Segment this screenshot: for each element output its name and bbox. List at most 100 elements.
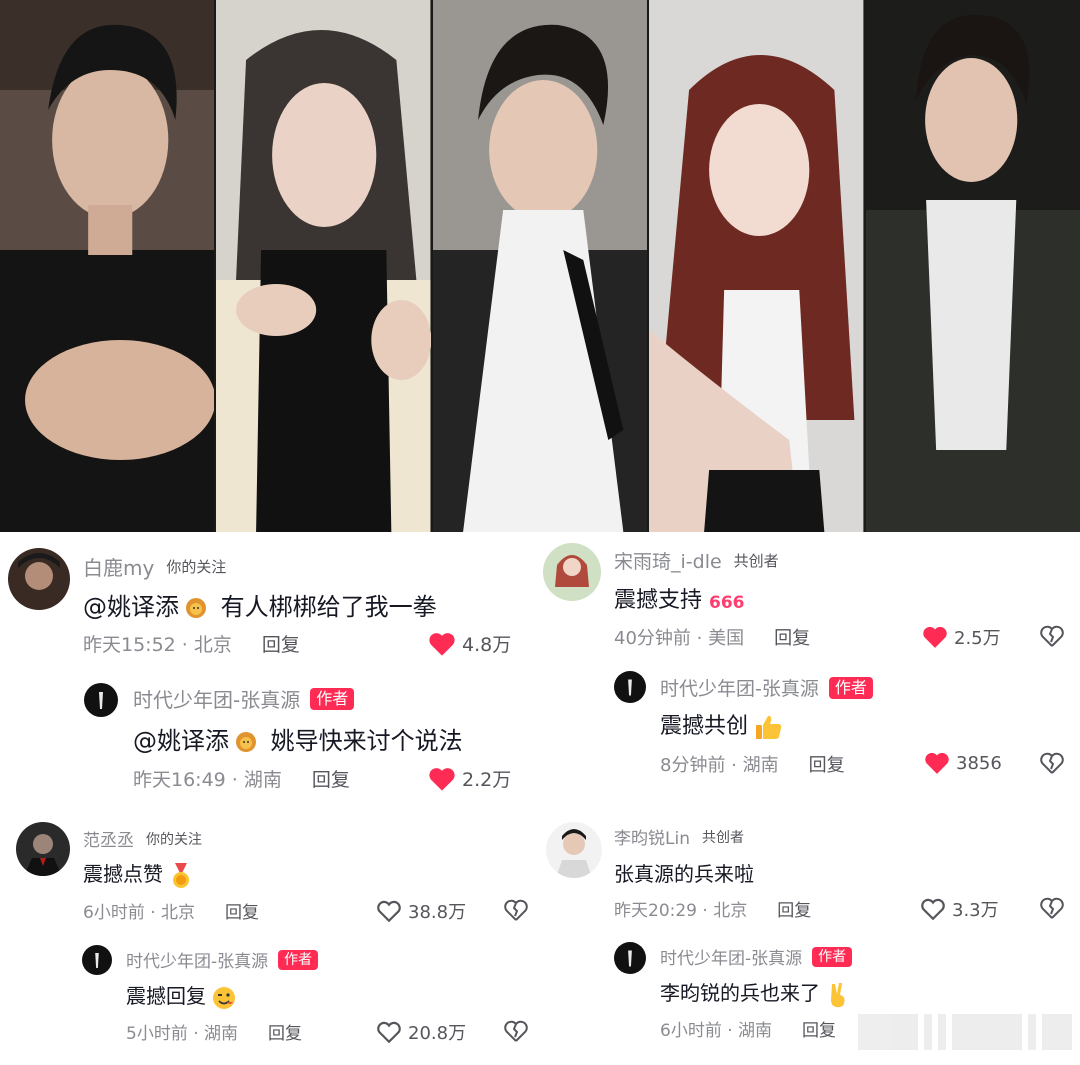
like-count: 38.8万: [408, 902, 467, 923]
like-button[interactable]: 38.8万: [376, 898, 466, 924]
photo-3: [432, 0, 648, 532]
comment-body: 有人梆梆给了我一拳: [220, 593, 437, 621]
like-count: 3856: [956, 752, 1002, 774]
reply-button[interactable]: 回复: [312, 765, 350, 792]
broken-heart-icon: [1040, 897, 1064, 919]
like-count: 20.8万: [408, 1023, 467, 1044]
reply-button[interactable]: 回复: [268, 1019, 302, 1044]
heart-filled-icon: [923, 626, 947, 648]
like-count: 3.3万: [952, 900, 999, 921]
avatar-author[interactable]: [84, 683, 118, 717]
reply-time: 6小时前 · 湖南: [660, 1021, 773, 1041]
comment-time: 6小时前 · 北京: [83, 903, 196, 923]
comment-meta: 昨天20:29 · 北京 回复: [614, 896, 811, 921]
username[interactable]: 李昀锐Lin: [614, 824, 690, 849]
dislike-button[interactable]: [1040, 624, 1064, 648]
comment-text: 震撼支持 666: [614, 582, 746, 614]
watermark-overlay: [858, 1012, 1074, 1052]
username[interactable]: 白鹿my: [83, 552, 154, 581]
comment-header: 范丞丞 你的关注: [83, 826, 202, 851]
photo-5: [865, 0, 1080, 532]
reply-body: 震撼共创: [660, 714, 749, 739]
follow-tag: 你的关注: [166, 558, 227, 576]
like-button[interactable]: 4.8万: [428, 630, 511, 657]
author-badge: 作者: [278, 949, 319, 970]
reply-button[interactable]: 回复: [774, 624, 810, 650]
dislike-button[interactable]: [504, 898, 528, 922]
broken-heart-icon: [504, 899, 528, 921]
avatar-songyuqi[interactable]: [543, 543, 601, 601]
like-button[interactable]: 3.3万: [920, 896, 999, 922]
author-badge: 作者: [812, 946, 853, 967]
broken-heart-icon: [504, 1020, 528, 1042]
username[interactable]: 时代少年团-张真源: [133, 684, 300, 713]
avatar-bailu[interactable]: [8, 548, 70, 610]
comment-body: 张真源的兵来啦: [614, 862, 754, 886]
comment-meta: 40分钟前 · 美国 回复: [614, 624, 810, 650]
reply-meta: 昨天16:49 · 湖南 回复: [133, 765, 350, 792]
comment-header: 白鹿my 你的关注: [83, 552, 226, 581]
comment-body: 震撼点赞: [83, 862, 163, 886]
broken-heart-icon: [1040, 752, 1064, 774]
username[interactable]: 范丞丞: [83, 826, 134, 851]
emoji-666-icon: 666: [708, 590, 746, 612]
dislike-button[interactable]: [1040, 751, 1064, 775]
avatar-author[interactable]: [614, 942, 646, 974]
comment-body: 震撼支持: [614, 588, 703, 613]
dislike-button[interactable]: [1040, 896, 1064, 920]
like-count: 2.5万: [954, 628, 1001, 649]
lion-icon: [185, 597, 207, 619]
reply-header: 时代少年团-张真源 作者: [126, 947, 319, 972]
reply-meta: 6小时前 · 湖南 回复: [660, 1016, 836, 1041]
photo-2: [216, 0, 431, 532]
like-button[interactable]: 2.5万: [922, 624, 1001, 650]
like-button[interactable]: 2.2万: [428, 765, 511, 792]
reply-button[interactable]: 回复: [225, 898, 259, 923]
reply-meta: 5小时前 · 湖南 回复: [126, 1019, 302, 1044]
username[interactable]: 时代少年团-张真源: [660, 674, 819, 701]
heart-filled-icon: [925, 752, 949, 774]
comment-text: @姚译添 有人梆梆给了我一拳: [83, 587, 437, 622]
reply-time: 8分钟前 · 湖南: [660, 755, 779, 776]
heart-filled-icon: [429, 767, 455, 791]
reply-button[interactable]: 回复: [809, 751, 845, 777]
author-badge: 作者: [828, 676, 873, 699]
reply-meta: 8分钟前 · 湖南 回复: [660, 751, 845, 777]
comment-meta: 6小时前 · 北京 回复: [83, 898, 259, 923]
username[interactable]: 时代少年团-张真源: [660, 944, 802, 969]
svg-text:666: 666: [709, 593, 745, 612]
reply-text: 李昀锐的兵也来了: [660, 977, 850, 1008]
username[interactable]: 宋雨琦_i-dle: [614, 547, 722, 574]
heart-outline-icon: [377, 900, 401, 923]
reply-time: 昨天16:49 · 湖南: [133, 769, 282, 791]
reply-body: 李昀锐的兵也来了: [660, 981, 820, 1005]
reply-button[interactable]: 回复: [262, 630, 300, 657]
mention-link[interactable]: @姚译添: [133, 727, 229, 755]
wink-emoji-icon: [212, 986, 238, 1010]
reply-button[interactable]: 回复: [802, 1016, 836, 1041]
comment-time: 昨天15:52 · 北京: [83, 634, 232, 656]
reply-text: 震撼共创: [660, 708, 784, 741]
heart-filled-icon: [429, 632, 455, 656]
medal-icon: [169, 862, 193, 889]
mention-link[interactable]: @姚译添: [83, 593, 179, 621]
avatar-fanchengcheng[interactable]: [16, 822, 70, 876]
dislike-button[interactable]: [504, 1019, 528, 1043]
like-button[interactable]: 20.8万: [376, 1019, 466, 1045]
photo-strip: [0, 0, 1080, 532]
follow-tag: 你的关注: [146, 831, 202, 848]
comment-meta: 昨天15:52 · 北京 回复: [83, 630, 300, 657]
like-button[interactable]: 3856: [924, 751, 1002, 775]
avatar-author[interactable]: [614, 671, 646, 703]
reply-button[interactable]: 回复: [777, 896, 811, 921]
lion-icon: [235, 731, 257, 753]
like-count: 4.8万: [462, 634, 512, 656]
reply-header: 时代少年团-张真源 作者: [133, 684, 355, 713]
avatar-liyunrui[interactable]: [546, 822, 602, 878]
comment-time: 40分钟前 · 美国: [614, 628, 745, 649]
username[interactable]: 时代少年团-张真源: [126, 947, 268, 972]
avatar-author[interactable]: [82, 945, 112, 975]
reply-time: 5小时前 · 湖南: [126, 1024, 239, 1044]
reply-body: 震撼回复: [126, 984, 206, 1008]
photo-1: [0, 0, 215, 532]
